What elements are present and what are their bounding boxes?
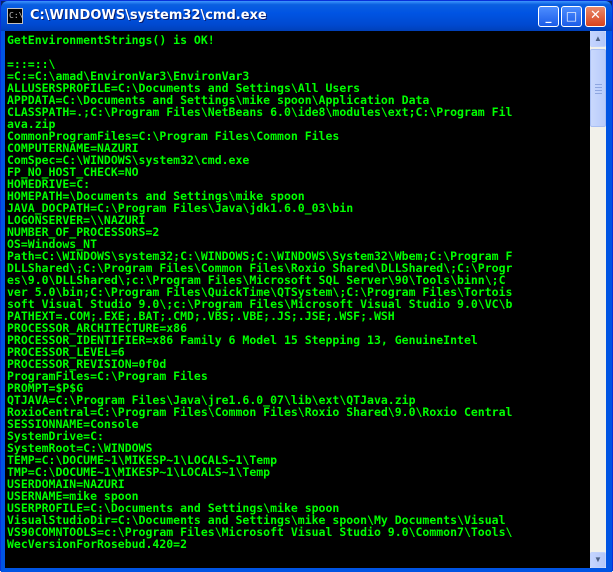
console-text: GetEnvironmentStrings() is OK! =::=::\ =C:… <box>5 31 590 550</box>
thumb-grip <box>595 87 602 88</box>
scroll-thumb[interactable] <box>590 49 606 127</box>
console-line: WecVersionForRosebud.420=2 <box>7 537 188 551</box>
vertical-scrollbar[interactable]: ▲ ▼ <box>590 31 606 568</box>
console-line: ProgramFiles=C:\Program Files <box>7 369 208 383</box>
console-line: GetEnvironmentStrings() is OK! <box>7 33 215 47</box>
thumb-grip <box>595 93 602 94</box>
window-frame-bottom <box>1 568 612 572</box>
console-output[interactable]: GetEnvironmentStrings() is OK! =::=::\ =C:… <box>5 31 590 568</box>
cmd-window: C:\ C:\WINDOWS\system32\cmd.exe _ □ ✕ Ge… <box>0 0 613 572</box>
console-line: FP_NO_HOST_CHECK=NO <box>7 165 139 179</box>
window-frame-right <box>606 31 612 572</box>
console-line: CLASSPATH=.;C:\Program Files\NetBeans 6.… <box>7 105 513 119</box>
window-title: C:\WINDOWS\system32\cmd.exe <box>30 8 267 23</box>
close-button[interactable]: ✕ <box>585 6 606 27</box>
thumb-grip <box>595 90 602 91</box>
minimize-button[interactable]: _ <box>538 6 559 27</box>
thumb-grip <box>595 84 602 85</box>
maximize-button[interactable]: □ <box>561 6 582 27</box>
cmd-icon[interactable]: C:\ <box>7 8 23 24</box>
scroll-down-button[interactable]: ▼ <box>590 552 606 568</box>
title-bar[interactable]: C:\ C:\WINDOWS\system32\cmd.exe _ □ ✕ <box>1 1 612 31</box>
scroll-up-button[interactable]: ▲ <box>590 31 606 47</box>
